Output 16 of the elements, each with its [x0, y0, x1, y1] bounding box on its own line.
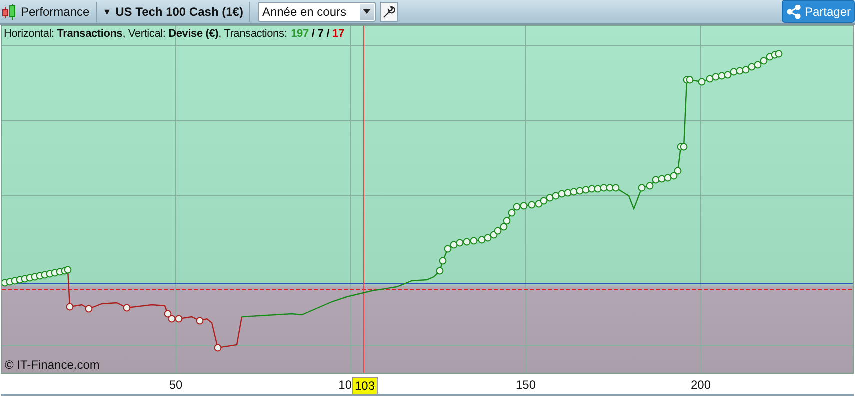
axis-tick-label: 150 [516, 378, 536, 392]
transaction-count: 197 [291, 28, 309, 40]
axis-tick-label: 200 [690, 378, 712, 392]
transaction-count: 7 [318, 28, 324, 40]
instrument-selector[interactable]: ▼ US Tech 100 Cash (1€) [102, 4, 244, 18]
chart-legend-text: Horizontal: Transactions, Vertical: Devise (€), Transactions: [4, 28, 288, 40]
transaction-count: / [312, 28, 315, 40]
axis-tick-label: 10 [338, 378, 352, 392]
transaction-count: / [326, 28, 330, 40]
period-dropdown[interactable]: Année en cours [258, 2, 376, 22]
copyright-text: © IT-Finance.com [5, 358, 100, 372]
share-button[interactable]: Partager [782, 0, 855, 23]
cursor-value-badge: 103 [352, 377, 378, 395]
transaction-count: 17 [332, 28, 344, 40]
axis-tick-label: 50 [169, 378, 183, 392]
view-label[interactable]: Performance [21, 4, 90, 18]
